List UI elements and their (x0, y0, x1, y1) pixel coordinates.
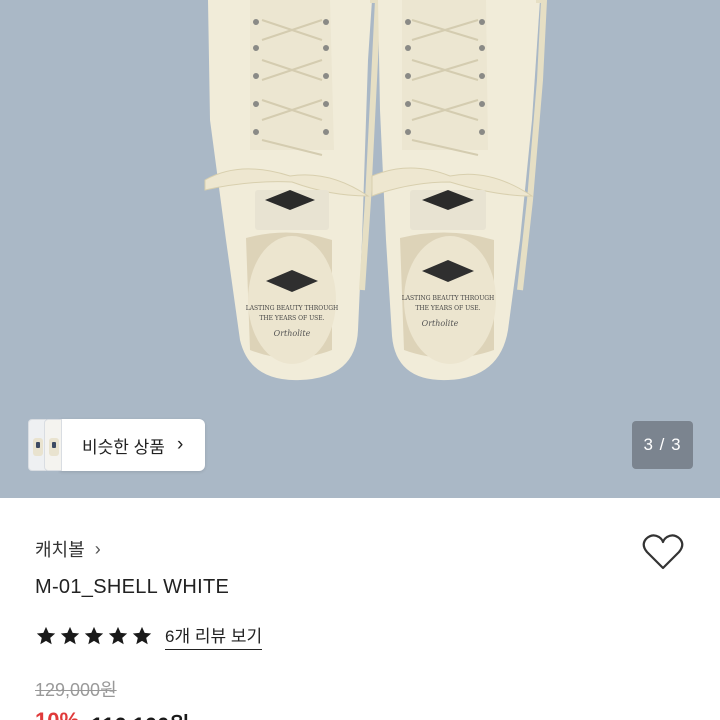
star-icon (36, 626, 56, 645)
image-page-counter: 3 / 3 (632, 421, 693, 469)
star-icon (108, 626, 128, 645)
right-insole-text: LASTING BEAUTY THROUGH (402, 295, 495, 302)
similar-thumb (44, 419, 62, 471)
similar-products-thumbnails (28, 419, 62, 471)
similar-products-button[interactable]: 비슷한 상품 › (28, 419, 206, 471)
chevron-right-icon: › (94, 538, 101, 559)
sale-price: 116,100원 (91, 708, 190, 720)
brand-link[interactable]: 캐치볼 › (35, 536, 101, 562)
star-icon (60, 626, 80, 645)
product-image-gallery[interactable]: LASTING BEAUTY THROUGH THE YEARS OF USE.… (0, 0, 720, 498)
product-title: M-01_SHELL WHITE (35, 576, 230, 598)
star-icon (132, 626, 152, 645)
brand-name: 캐치볼 (35, 540, 85, 560)
similar-products-label: 비슷한 상품 (82, 437, 165, 457)
discount-rate: 10% (35, 708, 79, 720)
left-insole-text: LASTING BEAUTY THROUGH (246, 305, 339, 312)
heart-icon[interactable] (642, 533, 684, 571)
rating-row: 6개 리뷰 보기 (35, 622, 263, 650)
svg-text:Ortholite: Ortholite (274, 329, 311, 338)
svg-text:Ortholite: Ortholite (422, 319, 459, 328)
chevron-right-icon: › (176, 434, 184, 455)
sale-price-row: 10% 116,100원 (35, 708, 190, 720)
product-info: 캐치볼 › M-01_SHELL WHITE 6개 리뷰 보기 129,000원… (0, 498, 720, 720)
review-link[interactable]: 6개 리뷰 보기 (165, 622, 263, 650)
svg-text:THE YEARS OF USE.: THE YEARS OF USE. (415, 305, 480, 312)
rating-stars (35, 625, 153, 647)
similar-products-label-box[interactable]: 비슷한 상품 › (60, 419, 206, 471)
original-price: 129,000원 (35, 680, 117, 700)
svg-text:THE YEARS OF USE.: THE YEARS OF USE. (259, 315, 324, 322)
star-icon (84, 626, 104, 645)
